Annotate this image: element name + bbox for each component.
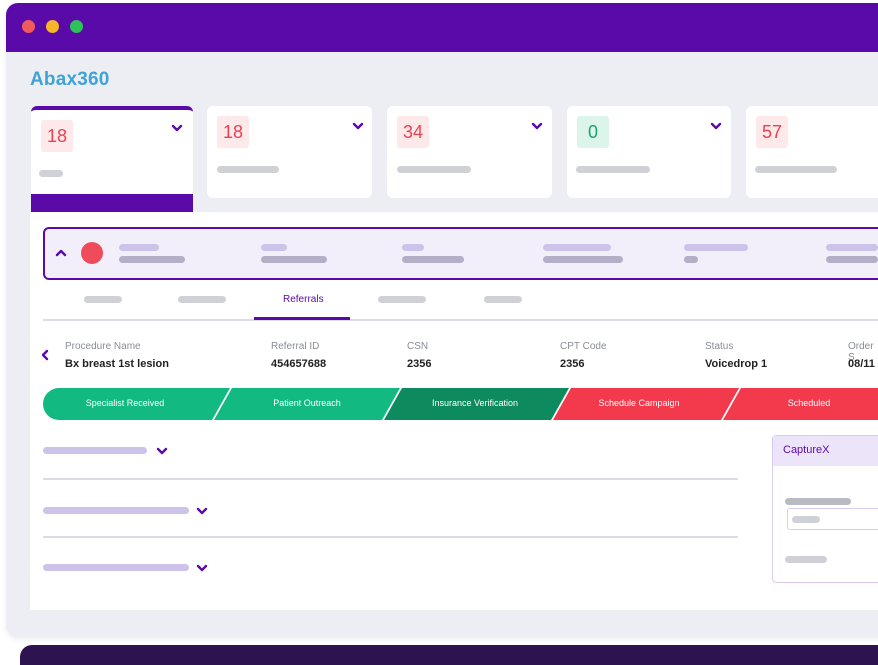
stage-label: Schedule Campaign bbox=[598, 398, 680, 408]
card-subtitle-placeholder bbox=[217, 166, 279, 173]
summary-count: 34 bbox=[397, 116, 430, 148]
summary-count: 57 bbox=[756, 116, 789, 148]
field-label-status: Status bbox=[705, 341, 734, 352]
patient-summary-bar[interactable] bbox=[43, 227, 878, 280]
card-subtitle-placeholder bbox=[576, 166, 650, 173]
field-value-referral-id: 454657688 bbox=[271, 358, 327, 370]
patient-field-placeholder bbox=[543, 244, 611, 251]
section-title-placeholder bbox=[43, 507, 189, 514]
brand-logo: Abax360 bbox=[30, 69, 110, 90]
section-title-placeholder bbox=[43, 564, 189, 571]
summary-card-2[interactable]: 18 bbox=[207, 106, 372, 198]
minimize-window-button[interactable] bbox=[46, 20, 59, 33]
patient-field-placeholder bbox=[826, 256, 878, 263]
active-card-indicator bbox=[31, 194, 193, 212]
active-tab-indicator bbox=[254, 317, 350, 320]
summary-card-5[interactable]: 57 bbox=[746, 106, 878, 198]
chevron-down-icon[interactable] bbox=[710, 120, 722, 132]
tab-referrals[interactable]: Referrals bbox=[283, 294, 324, 305]
patient-field-placeholder bbox=[119, 244, 159, 251]
field-value-csn: 2356 bbox=[407, 358, 432, 370]
bottom-bar bbox=[20, 645, 878, 665]
patient-field-placeholder bbox=[261, 256, 327, 263]
field-value-order: 08/11 bbox=[848, 358, 875, 370]
tab-placeholder-3[interactable] bbox=[378, 296, 426, 303]
patient-field-placeholder bbox=[261, 244, 287, 251]
patient-field-placeholder bbox=[826, 244, 878, 251]
capturex-field-label bbox=[785, 498, 851, 505]
patient-status-dot bbox=[81, 242, 103, 264]
chevron-up-icon[interactable] bbox=[55, 247, 67, 259]
chevron-down-icon[interactable] bbox=[156, 445, 168, 457]
chevron-down-icon[interactable] bbox=[531, 120, 543, 132]
field-label-procedure: Procedure Name bbox=[65, 341, 141, 352]
capturex-title: CaptureX bbox=[773, 436, 878, 466]
patient-field-placeholder bbox=[402, 256, 464, 263]
summary-card-1[interactable]: 18 bbox=[31, 106, 193, 212]
stage-label: Scheduled bbox=[787, 398, 831, 408]
card-subtitle-placeholder bbox=[39, 170, 63, 177]
patient-field-placeholder bbox=[119, 256, 185, 263]
tab-divider bbox=[43, 319, 878, 321]
summary-count: 18 bbox=[41, 120, 74, 152]
close-window-button[interactable] bbox=[22, 20, 35, 33]
field-label-referral-id: Referral ID bbox=[271, 341, 320, 352]
chevron-down-icon[interactable] bbox=[196, 505, 208, 517]
card-subtitle-placeholder bbox=[397, 166, 471, 173]
field-value-procedure: Bx breast 1st lesion bbox=[65, 358, 169, 370]
section-divider bbox=[43, 478, 738, 480]
stage-label: Insurance Verification bbox=[431, 398, 519, 408]
capturex-panel: CaptureX bbox=[772, 435, 878, 583]
field-label-csn: CSN bbox=[407, 341, 429, 352]
card-subtitle-placeholder bbox=[755, 166, 837, 173]
capturex-field-label bbox=[785, 556, 827, 563]
tab-placeholder-2[interactable] bbox=[178, 296, 226, 303]
title-bar bbox=[6, 3, 878, 52]
field-value-status: Voicedrop 1 bbox=[705, 358, 768, 370]
tab-placeholder-1[interactable] bbox=[84, 296, 122, 303]
patient-field-placeholder bbox=[684, 256, 698, 263]
patient-field-placeholder bbox=[543, 256, 623, 263]
field-label-cpt: CPT Code bbox=[560, 341, 607, 352]
field-value-cpt: 2356 bbox=[560, 358, 585, 370]
chevron-left-icon[interactable] bbox=[39, 349, 51, 361]
patient-field-placeholder bbox=[684, 244, 748, 251]
summary-count: 0 bbox=[577, 116, 609, 148]
stage-label: Patient Outreach bbox=[273, 398, 341, 408]
chevron-down-icon[interactable] bbox=[196, 562, 208, 574]
chevron-down-icon[interactable] bbox=[171, 122, 183, 134]
summary-count: 18 bbox=[217, 116, 250, 148]
section-title-placeholder bbox=[43, 447, 147, 454]
capturex-input-placeholder bbox=[792, 516, 820, 523]
capturex-input[interactable] bbox=[787, 508, 878, 530]
chevron-down-icon[interactable] bbox=[352, 120, 364, 132]
maximize-window-button[interactable] bbox=[70, 20, 83, 33]
patient-field-placeholder bbox=[402, 244, 424, 251]
section-divider bbox=[43, 536, 738, 538]
summary-card-4[interactable]: 0 bbox=[567, 106, 731, 198]
stage-label: Specialist Received bbox=[85, 398, 165, 408]
tab-placeholder-4[interactable] bbox=[484, 296, 522, 303]
summary-card-3[interactable]: 34 bbox=[387, 106, 552, 198]
